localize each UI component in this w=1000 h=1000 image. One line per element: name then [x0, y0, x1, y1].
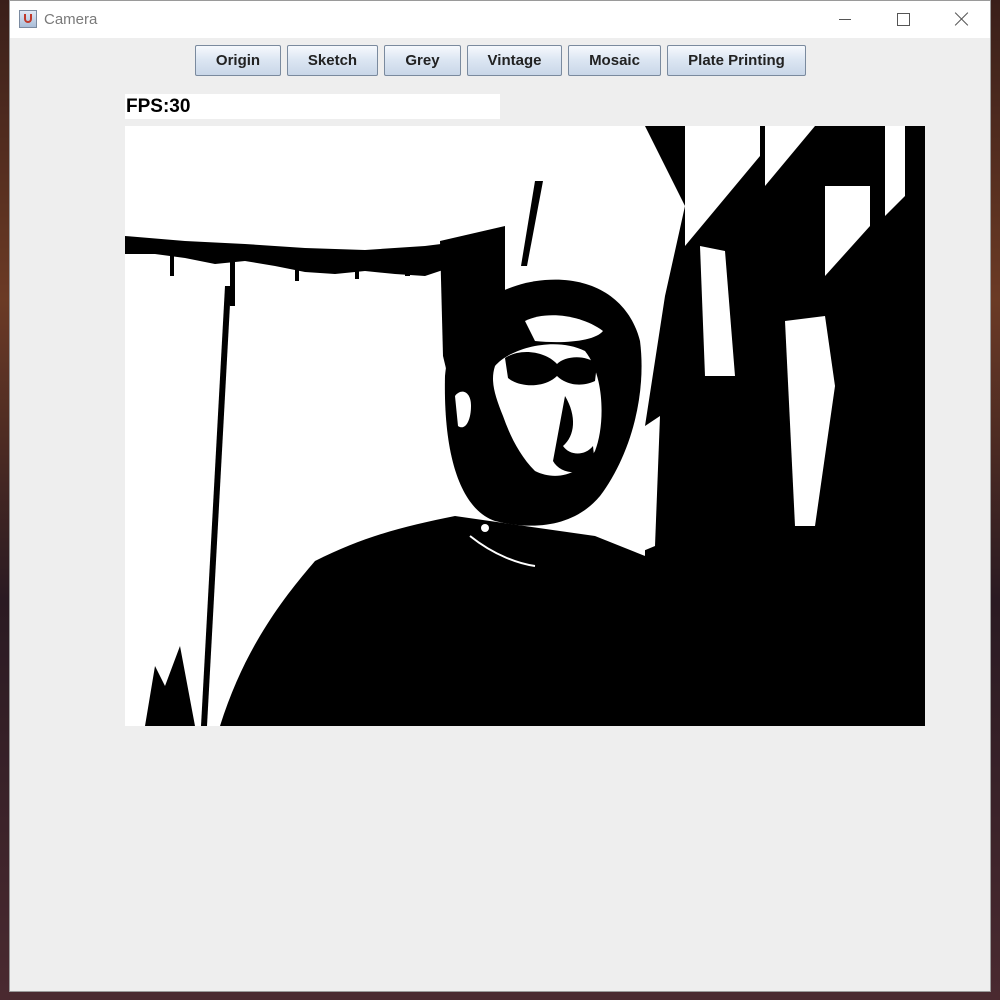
fps-label: FPS:30: [125, 94, 500, 119]
maximize-icon: [897, 13, 910, 26]
window-title: Camera: [44, 11, 98, 28]
title-bar[interactable]: Camera: [10, 1, 990, 38]
highlight-dot: [481, 524, 489, 532]
curtain-drip: [355, 251, 359, 279]
minimize-button[interactable]: [816, 1, 874, 38]
sketch-button[interactable]: Sketch: [287, 45, 378, 76]
close-icon: [954, 11, 970, 27]
java-cup-icon: [19, 10, 37, 28]
maximize-button[interactable]: [874, 1, 932, 38]
camera-feed: [125, 126, 925, 726]
close-button[interactable]: [932, 1, 990, 38]
mosaic-button[interactable]: Mosaic: [568, 45, 661, 76]
curtain-drip: [405, 251, 410, 276]
minimize-icon: [839, 19, 851, 20]
vintage-button[interactable]: Vintage: [467, 45, 562, 76]
plate-printing-button[interactable]: Plate Printing: [667, 45, 806, 76]
curtain-drip: [170, 251, 174, 276]
curtain-drip: [230, 251, 235, 306]
grey-button[interactable]: Grey: [384, 45, 461, 76]
curtain-drip: [295, 251, 299, 281]
plate-printing-frame: [125, 126, 925, 726]
origin-button[interactable]: Origin: [195, 45, 281, 76]
camera-window: Camera Origin Sketch Grey Vintage Mosaic…: [9, 0, 991, 992]
